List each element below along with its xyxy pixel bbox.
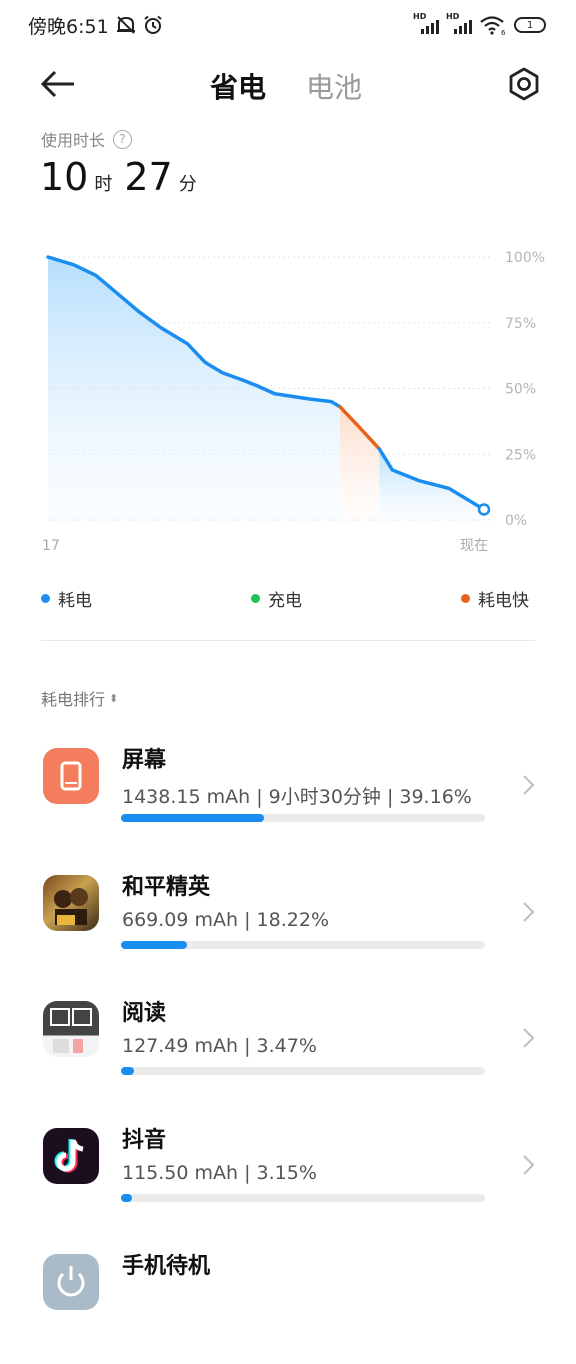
legend-dot: [41, 594, 50, 603]
usage-progress-fill: [121, 941, 188, 949]
usage-minutes-unit: 分: [178, 174, 197, 195]
help-icon[interactable]: ?: [113, 129, 133, 149]
back-button[interactable]: [38, 66, 78, 102]
divider: [41, 640, 535, 641]
app-name: 阅读: [122, 1001, 167, 1026]
usage-label: 使用时长 ?: [41, 127, 133, 151]
chevron-right-icon: [523, 1028, 535, 1048]
standby-icon: [43, 1254, 99, 1310]
screen-icon: [43, 748, 99, 804]
app-name: 抖音: [122, 1128, 167, 1153]
y-tick-label: 50%: [505, 382, 536, 398]
header: 省电 电池: [0, 52, 576, 118]
settings-gear-icon[interactable]: [506, 66, 542, 102]
legend-item-fast-drain: 耗电快: [461, 586, 529, 611]
list-item-game[interactable]: 和平精英 669.09 mAh | 18.22%: [0, 875, 576, 985]
ranking-header[interactable]: 耗电排行 ⬍: [41, 686, 118, 710]
y-tick-label: 25%: [505, 447, 536, 463]
app-detail: 115.50 mAh | 3.15%: [122, 1162, 317, 1184]
status-time: 傍晚6:51: [28, 15, 109, 38]
tab-power-saving[interactable]: 省电: [210, 66, 266, 106]
usage-progress-bar: [121, 1067, 485, 1075]
current-point-marker: [477, 503, 491, 516]
app-name: 和平精英: [122, 875, 211, 900]
list-item-douyin[interactable]: 抖音 115.50 mAh | 3.15%: [0, 1128, 576, 1238]
usage-progress-fill: [121, 1067, 134, 1075]
mute-icon: [116, 16, 135, 34]
y-tick-label: 100%: [505, 250, 545, 266]
app-detail: 127.49 mAh | 3.47%: [122, 1035, 317, 1057]
wifi-icon: 6: [480, 16, 506, 35]
list-item-screen[interactable]: 屏幕 1438.15 mAh | 9小时30分钟 | 39.16%: [0, 748, 576, 858]
signal-icon: HD: [446, 12, 472, 34]
status-left: 傍晚6:51: [28, 12, 163, 39]
status-bar: 傍晚6:51 HD HD 6 1: [0, 0, 576, 50]
app-detail: 669.09 mAh | 18.22%: [122, 909, 329, 931]
app-name: 手机待机: [122, 1254, 211, 1279]
app-detail: 1438.15 mAh | 9小时30分钟 | 39.16%: [122, 786, 472, 808]
series-area: [48, 257, 341, 520]
chart-legend: 耗电 充电 耗电快: [0, 586, 576, 611]
reader-icon: [43, 1001, 99, 1057]
sort-icon: ⬍: [109, 691, 119, 705]
svg-text:6: 6: [501, 29, 506, 35]
usage-time: 10 时 27 分: [40, 155, 203, 199]
tab-battery[interactable]: 电池: [306, 66, 362, 106]
tab-bar: 省电 电池: [210, 66, 362, 106]
usage-progress-fill: [121, 814, 264, 822]
chevron-right-icon: [523, 902, 535, 922]
chevron-right-icon: [523, 775, 535, 795]
y-tick-label: 0%: [505, 513, 527, 529]
list-item-reader[interactable]: 阅读 127.49 mAh | 3.47%: [0, 1001, 576, 1111]
game-icon: [43, 875, 99, 931]
usage-progress-bar: [121, 941, 485, 949]
series-area: [340, 406, 380, 520]
legend-item-charging: 充电: [251, 586, 302, 611]
x-tick-label: 17: [42, 538, 60, 554]
list-item-standby[interactable]: 手机待机: [0, 1254, 576, 1364]
usage-progress-fill: [121, 1194, 133, 1202]
legend-dot: [461, 594, 470, 603]
battery-icon: 1: [514, 17, 546, 33]
usage-hours: 10: [40, 155, 89, 199]
x-tick-label: 现在: [460, 538, 488, 554]
douyin-icon: [43, 1128, 99, 1184]
app-name: 屏幕: [122, 748, 167, 773]
legend-item-consumption: 耗电: [41, 586, 92, 611]
battery-chart: 100% 75% 50% 25% 0% 17 现在: [42, 250, 545, 554]
usage-progress-bar: [121, 814, 485, 822]
alarm-icon: [144, 15, 162, 34]
legend-dot: [251, 594, 260, 603]
usage-progress-bar: [121, 1194, 485, 1202]
usage-minutes: 27: [124, 155, 173, 199]
signal-icon: HD: [413, 12, 439, 34]
status-right: HD HD 6 1: [413, 12, 546, 35]
usage-hours-unit: 时: [94, 174, 113, 195]
y-tick-label: 75%: [505, 316, 536, 332]
chevron-right-icon: [523, 1155, 535, 1175]
